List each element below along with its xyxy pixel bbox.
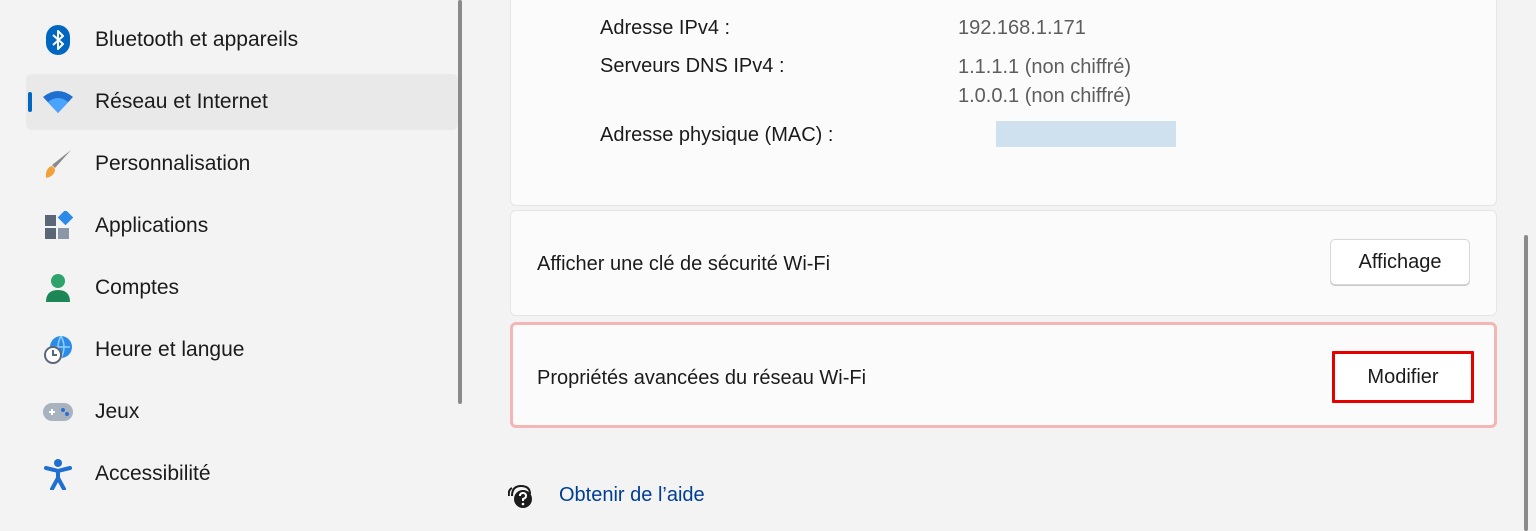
advanced-properties-card: Propriétés avancées du réseau Wi-Fi Modi… <box>510 322 1497 428</box>
bluetooth-icon <box>42 24 74 56</box>
sidebar-item-label: Heure et langue <box>95 338 245 361</box>
sidebar-item-gaming[interactable]: Jeux <box>26 384 458 440</box>
ipv4-label: Adresse IPv4 : <box>600 17 731 39</box>
advanced-properties-label: Propriétés avancées du réseau Wi-Fi <box>537 367 867 389</box>
dns-label: Serveurs DNS IPv4 : <box>600 55 785 77</box>
sidebar-item-label: Bluetooth et appareils <box>95 28 299 51</box>
dns-value-primary: 1.1.1.1 (non chiffré) <box>958 56 1132 78</box>
sidebar-item-personalization[interactable]: Personnalisation <box>26 136 458 192</box>
sidebar-scrollbar[interactable] <box>458 0 462 404</box>
help-chat-icon <box>507 482 536 515</box>
sidebar-item-accessibility[interactable]: Accessibilité <box>26 446 458 502</box>
ipv4-value: 192.168.1.171 <box>958 17 1086 39</box>
paintbrush-icon <box>42 148 74 180</box>
main-content: Adresse IPv4 : 192.168.1.171 Serveurs DN… <box>470 0 1536 531</box>
sidebar-item-bluetooth[interactable]: Bluetooth et appareils <box>26 12 458 68</box>
sidebar-item-label: Personnalisation <box>95 152 251 175</box>
show-security-key-button[interactable]: Affichage <box>1330 239 1470 285</box>
sidebar-item-label: Accessibilité <box>95 462 211 485</box>
wifi-properties-card: Adresse IPv4 : 192.168.1.171 Serveurs DN… <box>510 0 1497 206</box>
account-icon <box>42 272 74 304</box>
gamepad-icon <box>42 396 74 428</box>
accessibility-icon <box>42 458 74 490</box>
content-scrollbar[interactable] <box>1524 235 1528 531</box>
settings-window: Bluetooth et appareils Réseau et Interne… <box>0 0 1536 531</box>
sidebar-item-apps[interactable]: Applications <box>26 198 458 254</box>
edit-advanced-properties-button[interactable]: Modifier <box>1332 351 1474 403</box>
sidebar-item-label: Comptes <box>95 276 180 299</box>
sidebar-item-time-language[interactable]: Heure et langue <box>26 322 458 378</box>
mac-label: Adresse physique (MAC) : <box>600 124 834 146</box>
sidebar-item-label: Réseau et Internet <box>95 90 268 113</box>
sidebar-item-accounts[interactable]: Comptes <box>26 260 458 316</box>
security-key-label: Afficher une clé de sécurité Wi-Fi <box>537 253 831 275</box>
sidebar-item-label: Jeux <box>95 400 140 423</box>
sidebar: Bluetooth et appareils Réseau et Interne… <box>0 0 470 531</box>
security-key-card: Afficher une clé de sécurité Wi-Fi Affic… <box>510 210 1497 316</box>
sidebar-item-network[interactable]: Réseau et Internet <box>26 74 458 130</box>
get-help-label: Obtenir de l’aide <box>559 484 705 506</box>
dns-value-secondary: 1.0.0.1 (non chiffré) <box>958 85 1132 107</box>
apps-icon <box>42 210 74 242</box>
sidebar-item-label: Applications <box>95 214 209 237</box>
wifi-icon <box>42 86 74 118</box>
mac-value-redacted <box>996 121 1176 147</box>
time-language-icon <box>42 334 74 366</box>
active-indicator <box>28 92 32 112</box>
